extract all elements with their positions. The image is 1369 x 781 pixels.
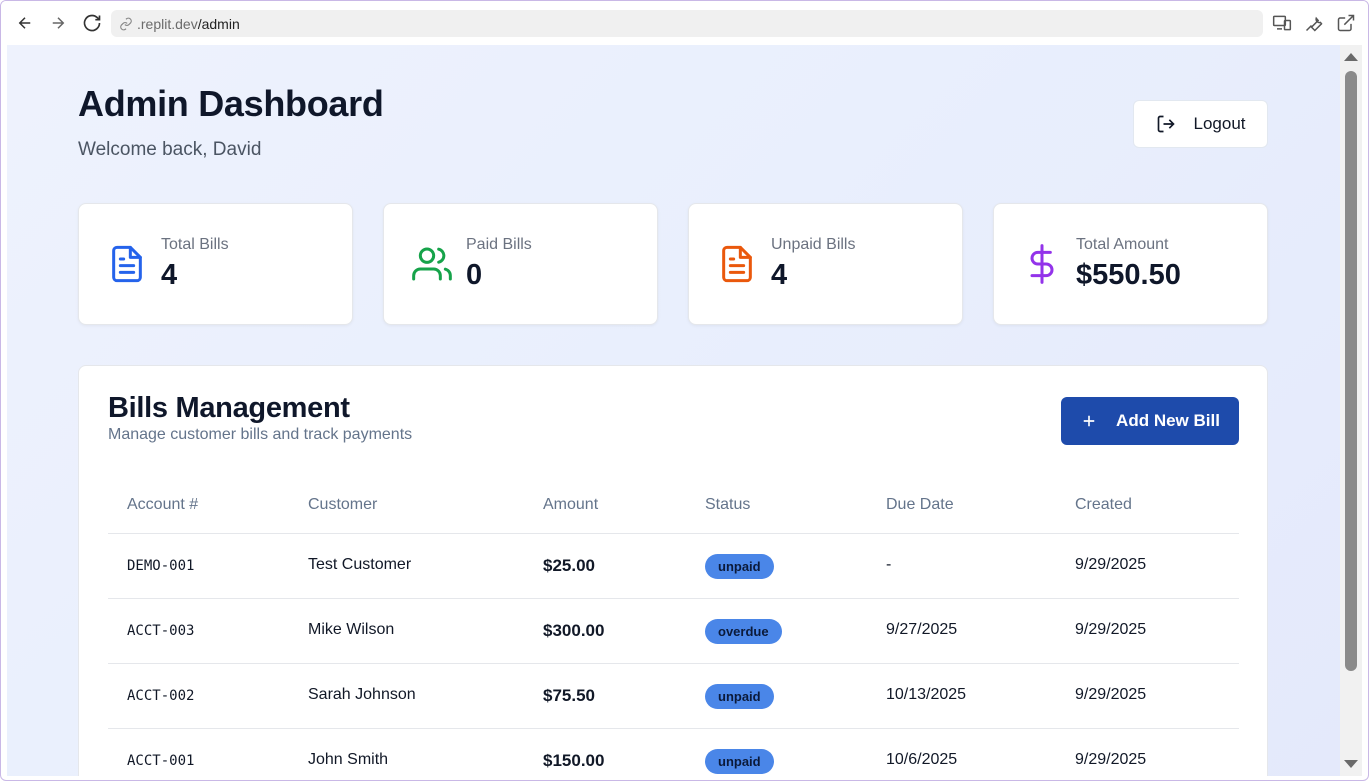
- column-header-customer[interactable]: Customer: [308, 496, 377, 514]
- cell-customer: John Smith: [308, 751, 389, 768]
- section-title: Bills Management: [108, 392, 350, 424]
- address-bar[interactable]: .replit.dev/admin: [111, 10, 1263, 37]
- reload-icon: [83, 14, 101, 32]
- column-header-due-date[interactable]: Due Date: [886, 496, 954, 514]
- stat-card-total-bills: Total Bills 4: [78, 203, 353, 325]
- cell-due-date: 10/6/2025: [886, 751, 958, 768]
- section-subtitle: Manage customer bills and track payments: [108, 426, 413, 443]
- status-badge: unpaid: [705, 684, 774, 709]
- cell-amount: $75.50: [543, 686, 595, 705]
- wrench-icon: [1305, 16, 1323, 32]
- cell-created: 9/29/2025: [1075, 751, 1147, 768]
- cell-due-date: 9/27/2025: [886, 621, 958, 638]
- scroll-up-arrow[interactable]: [1344, 53, 1358, 61]
- scroll-down-arrow[interactable]: [1344, 760, 1358, 768]
- stat-card-paid-bills: Paid Bills 0: [383, 203, 658, 325]
- stat-value: 4: [161, 259, 178, 291]
- cell-amount: $150.00: [543, 751, 605, 770]
- browser-window: .replit.dev/admin Admin Dashboard Welcom…: [0, 0, 1369, 781]
- file-text-icon: [112, 245, 142, 283]
- logout-icon: [1157, 115, 1175, 133]
- page-viewport: Admin Dashboard Welcome back, David Logo…: [7, 45, 1340, 776]
- table-row[interactable]: ACCT-002 Sarah Johnson $75.50 unpaid 10/…: [108, 664, 1239, 729]
- stat-card-total-amount: Total Amount $550.50: [993, 203, 1268, 325]
- dollar-sign-icon: [1030, 244, 1054, 284]
- cell-due-date: -: [886, 556, 892, 573]
- users-icon: [412, 247, 452, 281]
- cell-customer: Sarah Johnson: [308, 686, 416, 703]
- table-row[interactable]: DEMO-001 Test Customer $25.00 unpaid - 9…: [108, 534, 1239, 599]
- column-header-created[interactable]: Created: [1075, 496, 1132, 514]
- logout-label: Logout: [1193, 114, 1246, 133]
- link-icon: [120, 17, 132, 30]
- plus-icon: [1083, 415, 1095, 427]
- scrollbar-thumb[interactable]: [1345, 71, 1357, 671]
- reload-button[interactable]: [81, 12, 103, 34]
- stat-value: $550.50: [1076, 259, 1181, 291]
- bills-management-card: Bills Management Manage customer bills a…: [78, 365, 1268, 776]
- page-title: Admin Dashboard: [78, 83, 384, 124]
- status-badge: overdue: [705, 619, 782, 644]
- forward-button[interactable]: [47, 12, 69, 34]
- cell-customer: Test Customer: [308, 556, 412, 573]
- cell-due-date: 10/13/2025: [886, 686, 967, 703]
- devices-button[interactable]: [1272, 13, 1292, 33]
- welcome-text: Welcome back, David: [78, 139, 262, 160]
- table-header: Account # Customer Amount Status Due Dat…: [108, 474, 1239, 534]
- column-header-account[interactable]: Account #: [127, 496, 198, 514]
- cell-account: ACCT-002: [127, 688, 195, 704]
- stat-label: Total Bills: [161, 236, 229, 253]
- column-header-amount[interactable]: Amount: [543, 496, 598, 514]
- stat-label: Total Amount: [1076, 236, 1169, 253]
- cell-created: 9/29/2025: [1075, 686, 1147, 703]
- file-text-icon: [722, 245, 752, 283]
- vertical-scrollbar[interactable]: [1340, 45, 1362, 776]
- cell-amount: $300.00: [543, 621, 605, 640]
- table-row[interactable]: ACCT-003 Mike Wilson $300.00 overdue 9/2…: [108, 599, 1239, 664]
- cell-account: ACCT-001: [127, 753, 195, 769]
- browser-toolbar: .replit.dev/admin: [1, 1, 1368, 45]
- logout-button[interactable]: Logout: [1133, 100, 1268, 148]
- url-path: /admin: [197, 15, 240, 32]
- back-button[interactable]: [14, 12, 36, 34]
- arrow-left-icon: [18, 17, 31, 29]
- bills-table: Account # Customer Amount Status Due Dat…: [108, 474, 1239, 776]
- devtools-button[interactable]: [1304, 13, 1324, 33]
- add-new-bill-button[interactable]: Add New Bill: [1061, 397, 1239, 445]
- stat-label: Unpaid Bills: [771, 236, 856, 253]
- status-badge: unpaid: [705, 554, 774, 579]
- arrow-right-icon: [52, 17, 65, 29]
- url-host: .replit.dev: [137, 15, 198, 32]
- stat-value: 0: [466, 259, 483, 291]
- cell-account: ACCT-003: [127, 623, 195, 639]
- stat-value: 4: [771, 259, 788, 291]
- table-row[interactable]: ACCT-001 John Smith $150.00 unpaid 10/6/…: [108, 729, 1239, 776]
- stat-label: Paid Bills: [466, 236, 532, 253]
- external-link-icon: [1337, 14, 1355, 32]
- cell-created: 9/29/2025: [1075, 556, 1147, 573]
- cell-account: DEMO-001: [127, 558, 195, 574]
- stat-card-unpaid-bills: Unpaid Bills 4: [688, 203, 963, 325]
- cell-customer: Mike Wilson: [308, 621, 395, 638]
- add-new-bill-label: Add New Bill: [1116, 411, 1220, 430]
- devices-icon: [1272, 15, 1292, 31]
- column-header-status[interactable]: Status: [705, 496, 750, 514]
- cell-created: 9/29/2025: [1075, 621, 1147, 638]
- status-badge: unpaid: [705, 749, 774, 774]
- cell-amount: $25.00: [543, 556, 595, 575]
- open-external-button[interactable]: [1336, 13, 1356, 33]
